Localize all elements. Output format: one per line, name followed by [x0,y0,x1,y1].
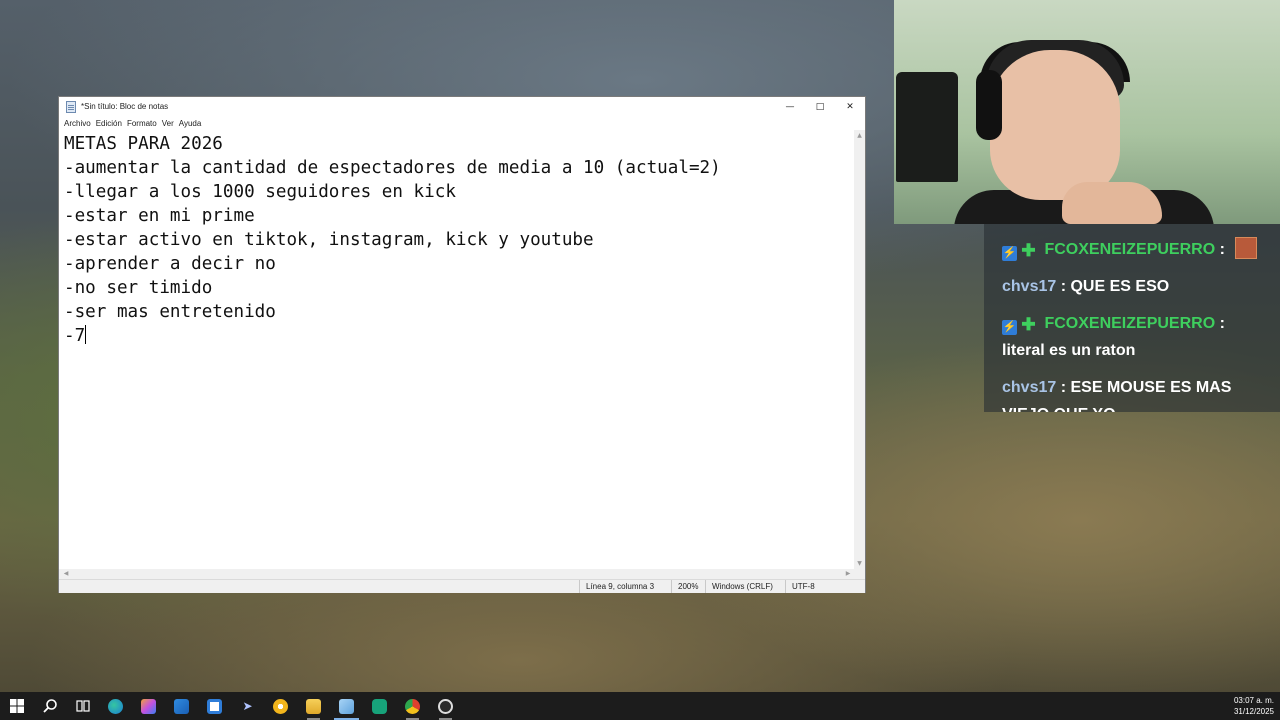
status-bar: Línea 9, columna 3 200% Windows (CRLF) U… [59,579,865,593]
status-line-ending: Windows (CRLF) [705,580,785,593]
text-line: -ser mas entretenido [64,302,276,322]
chat-message: chvs17 : ESE MOUSE ES MAS VIEJO QUE YO [1002,374,1270,412]
system-clock[interactable]: 03:07 a. m. 31/12/2025 [1234,695,1274,717]
title-bar[interactable]: *Sin título: Bloc de notas — □ ✕ [59,97,865,116]
person-face [990,50,1120,200]
notepad-app-icon[interactable] [66,100,76,113]
scroll-down-icon[interactable]: ▼ [854,558,865,569]
chrome-icon[interactable] [396,692,429,720]
menu-archivo[interactable]: Archivo [64,119,96,128]
menu-bar: Archivo Edición Formato Ver Ayuda [59,116,865,130]
window-controls: — □ ✕ [775,97,865,116]
chat-username: chvs17 [1002,379,1057,396]
maximize-button[interactable]: □ [805,97,835,116]
text-caret [85,325,87,344]
chat-username: chvs17 [1002,278,1057,295]
store-icon[interactable] [198,692,231,720]
dev-icon[interactable]: ➤ [231,692,264,720]
clock-time: 03:07 a. m. [1233,696,1274,705]
window-title: *Sin título: Bloc de notas [81,102,169,111]
text-editor[interactable]: METAS PARA 2026 -aumentar la cantidad de … [59,130,855,569]
headset-earcup [976,70,1002,140]
chat-text: QUE ES ESO [1070,278,1170,295]
menu-edicion[interactable]: Edición [96,119,127,128]
verified-badge-icon: ✚ [1021,241,1036,260]
moderator-badge-icon: ⚡ [1002,320,1017,335]
person-hand [1062,182,1162,224]
horizontal-scrollbar[interactable]: ◀ ▶ [59,569,855,579]
obs-icon[interactable] [429,692,462,720]
notepad-window[interactable]: *Sin título: Bloc de notas — □ ✕ Archivo… [58,96,866,593]
scroll-left-icon[interactable]: ◀ [61,569,71,579]
chat-emote [1235,237,1258,259]
search-icon[interactable] [33,692,66,720]
menu-formato[interactable]: Formato [127,119,162,128]
status-encoding: UTF-8 [785,580,865,593]
text-line: -aumentar la cantidad de espectadores de… [64,158,721,178]
text-line: -aprender a decir no [64,254,276,274]
text-line: -estar en mi prime [64,206,255,226]
moderator-badge-icon: ⚡ [1002,246,1017,261]
text-line-current: -7 [64,324,855,348]
text-line: -estar activo en tiktok, instagram, kick… [64,230,594,250]
text-line: -no ser timido [64,278,213,298]
edge-icon[interactable] [99,692,132,720]
menu-ayuda[interactable]: Ayuda [179,119,207,128]
task-view-icon[interactable] [66,692,99,720]
scroll-up-icon[interactable]: ▲ [854,130,865,141]
text-line: -7 [64,326,86,346]
chat-message: chvs17 : QUE ES ESO [1002,278,1170,295]
chat-username: FCOXENEIZEPUERRO [1044,315,1216,332]
chat-username: FCOXENEIZEPUERRO [1044,241,1216,258]
notepad-icon[interactable] [330,692,363,720]
file-explorer-icon[interactable] [297,692,330,720]
chat-message: ⚡ ✚ FCOXENEIZEPUERRO : literal es un rato… [1002,315,1225,359]
status-zoom: 200% [671,580,705,593]
wall-jersey [896,72,958,182]
chrome-canary-icon[interactable] [264,692,297,720]
close-button[interactable]: ✕ [835,97,865,116]
text-line: -llegar a los 1000 seguidores en kick [64,182,456,202]
chat-message: ⚡ ✚ FCOXENEIZEPUERRO : [1002,236,1270,263]
menu-ver[interactable]: Ver [162,119,179,128]
taskbar: ➤ 03:07 a. m. 31/12/2025 [0,692,1280,720]
scroll-right-icon[interactable]: ▶ [843,569,853,579]
copilot-icon[interactable] [132,692,165,720]
webcam-feed [894,0,1280,224]
vertical-scrollbar[interactable]: ▲ ▼ [854,130,865,569]
verified-badge-icon: ✚ [1021,315,1036,334]
windows-start-icon[interactable] [0,692,33,720]
status-cursor-position: Línea 9, columna 3 [579,580,671,593]
minimize-button[interactable]: — [775,97,805,116]
outlook-icon[interactable] [165,692,198,720]
chat-text: literal es un raton [1002,342,1136,359]
clock-date: 31/12/2025 [1233,707,1274,716]
app-green-icon[interactable] [363,692,396,720]
stream-chat-overlay: ⚡ ✚ FCOXENEIZEPUERRO : chvs17 : QUE ES ES… [984,224,1280,412]
scrollbar-corner [854,569,865,579]
text-line: METAS PARA 2026 [64,134,223,154]
